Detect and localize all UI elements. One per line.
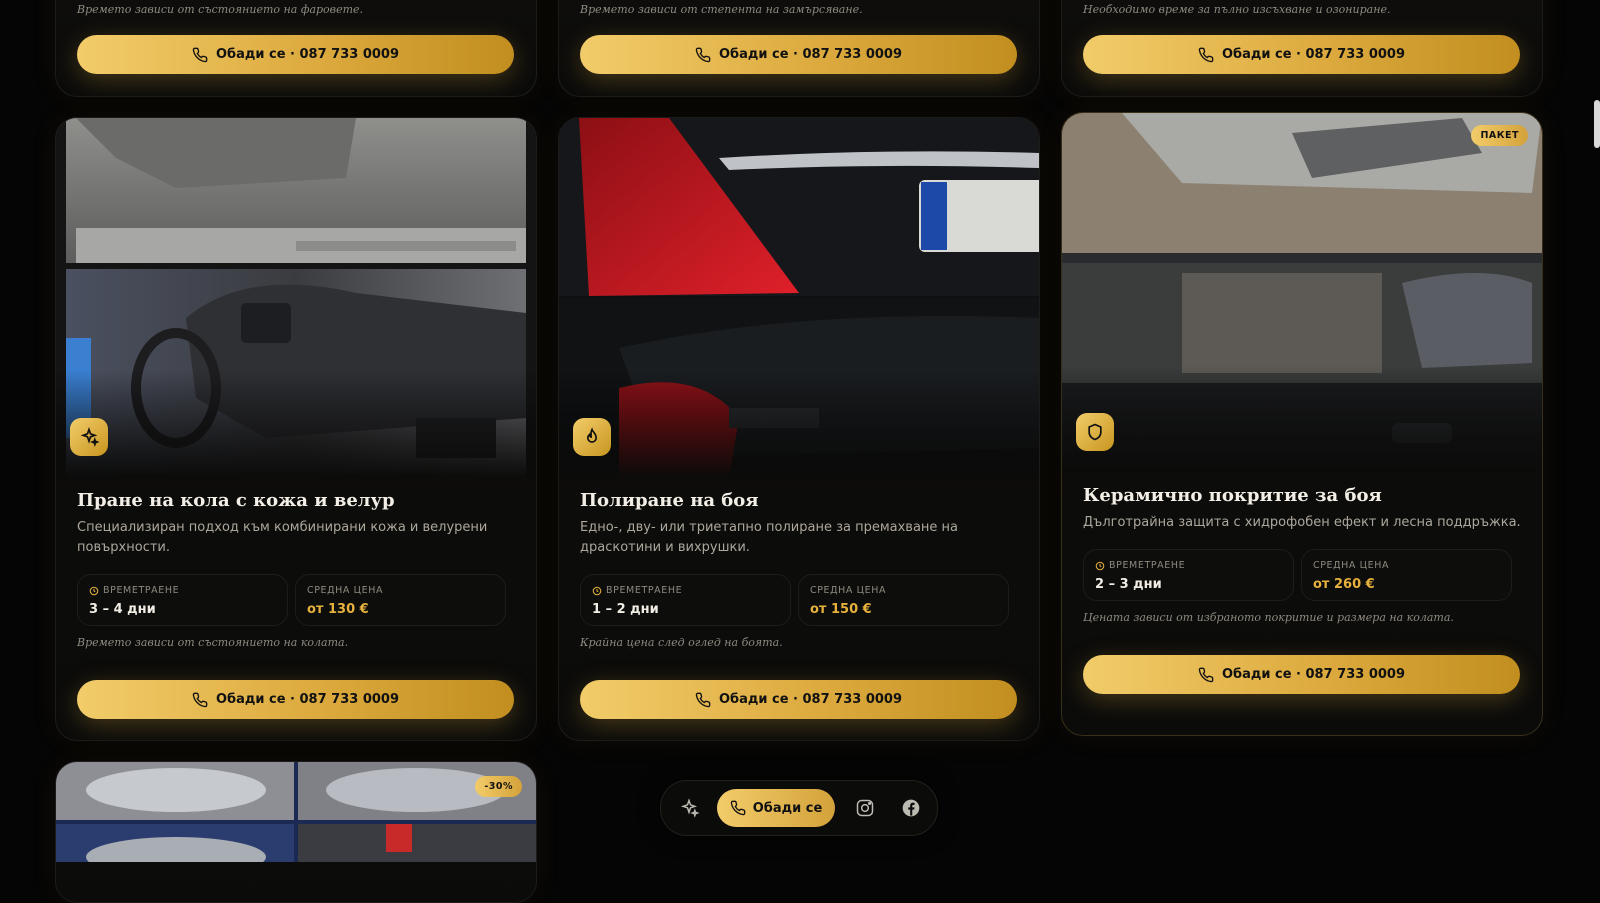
phone-icon	[192, 692, 208, 707]
call-button-label: Обади се · 087 733 0009	[718, 692, 903, 707]
car-tail-light-photo	[559, 118, 1039, 478]
service-card-top-2: Времето зависи от степента на замърсяван…	[558, 0, 1040, 97]
clock-icon	[592, 586, 602, 595]
card-title: Керамично покритие за боя	[1083, 485, 1382, 506]
price-label: СРЕДНА ЦЕНА	[307, 585, 384, 596]
price-stat: СРЕДНА ЦЕНА от 130 €	[295, 574, 506, 626]
duration-value: 2 – 3 дни	[1095, 577, 1162, 592]
call-button-label: Обади се · 087 733 0009	[1221, 47, 1406, 62]
instagram-link[interactable]	[851, 794, 879, 822]
call-button-label: Обади се · 087 733 0009	[1221, 667, 1406, 682]
card-description: Дълготрайна защита с хидрофобен ефект и …	[1083, 515, 1521, 530]
card-photo-collage	[559, 118, 1039, 478]
scrollbar-thumb[interactable]	[1594, 100, 1600, 148]
duration-label: ВРЕМЕТРАЕНЕ	[103, 585, 180, 596]
car-seat-photo	[56, 118, 536, 478]
sparkles-icon	[680, 798, 699, 818]
service-card-leather-velour-wash: Пране на кола с кожа и велур Специализир…	[55, 117, 537, 741]
call-button[interactable]: Обади се · 087 733 0009	[1083, 655, 1520, 694]
facebook-icon	[902, 799, 920, 817]
phone-icon	[1198, 667, 1214, 682]
floating-action-dock: Обади се	[660, 780, 938, 836]
call-button[interactable]: Обади се · 087 733 0009	[580, 35, 1017, 74]
card-photo-collage: ПАКЕТ	[1062, 113, 1542, 473]
duration-value: 3 – 4 дни	[89, 602, 156, 617]
call-button-label: Обади се · 087 733 0009	[215, 47, 400, 62]
duration-stat: ВРЕМЕТРАЕНЕ 2 – 3 дни	[1083, 549, 1294, 601]
duration-value: 1 – 2 дни	[592, 602, 659, 617]
price-stat: СРЕДНА ЦЕНА от 150 €	[798, 574, 1009, 626]
call-button[interactable]: Обади се · 087 733 0009	[77, 35, 514, 74]
call-button[interactable]: Обади се · 087 733 0009	[1083, 35, 1520, 74]
price-value: от 260 €	[1313, 577, 1375, 592]
phone-icon	[1198, 47, 1214, 62]
shield-icon	[1076, 413, 1114, 451]
phone-icon	[695, 47, 711, 62]
price-label: СРЕДНА ЦЕНА	[810, 585, 887, 596]
phone-icon	[695, 692, 711, 707]
sparkles-icon	[70, 418, 108, 456]
service-card-top-3: Необходимо време за пълно изсъхване и оз…	[1061, 0, 1543, 97]
card-note: Необходимо време за пълно изсъхване и оз…	[1083, 3, 1391, 16]
card-description: Специализиран подход към комбинирани кож…	[77, 520, 488, 555]
package-badge: ПАКЕТ	[1471, 125, 1528, 146]
instagram-icon	[856, 799, 874, 817]
call-button-label: Обади се · 087 733 0009	[215, 692, 400, 707]
car-door-photo	[1062, 113, 1542, 473]
card-photo-collage	[56, 118, 536, 478]
price-value: от 130 €	[307, 602, 369, 617]
card-note: Времето зависи от състоянието на колата.	[77, 636, 349, 649]
call-button-label: Обади се · 087 733 0009	[718, 47, 903, 62]
service-card-ceramic-coating: ПАКЕТ Керамично покритие за боя Дълготра…	[1061, 112, 1543, 736]
services-button[interactable]	[675, 794, 703, 822]
duration-label: ВРЕМЕТРАЕНЕ	[606, 585, 683, 596]
call-button[interactable]: Обади се · 087 733 0009	[580, 680, 1017, 719]
card-title: Пране на кола с кожа и велур	[77, 490, 395, 511]
phone-icon	[192, 47, 208, 62]
service-card-headlights: -30%	[55, 761, 537, 903]
phone-icon	[730, 800, 746, 816]
clock-icon	[89, 586, 99, 595]
headlights-photo	[56, 762, 536, 862]
dock-call-button[interactable]: Обади се	[717, 789, 835, 827]
card-note: Крайна цена след оглед на боята.	[580, 636, 783, 649]
price-label: СРЕДНА ЦЕНА	[1313, 560, 1390, 571]
discount-badge: -30%	[475, 776, 522, 797]
call-button[interactable]: Обади се · 087 733 0009	[77, 680, 514, 719]
price-value: от 150 €	[810, 602, 872, 617]
card-note: Времето зависи от степента на замърсяван…	[580, 3, 863, 16]
dock-call-label: Обади се	[752, 800, 823, 816]
card-description: Едно-, дву- или триетапно полиране за пр…	[580, 520, 959, 555]
price-stat: СРЕДНА ЦЕНА от 260 €	[1301, 549, 1512, 601]
duration-stat: ВРЕМЕТРАЕНЕ 1 – 2 дни	[580, 574, 791, 626]
card-note: Времето зависи от състоянието на фаровет…	[77, 3, 364, 16]
service-card-top-1: Времето зависи от състоянието на фаровет…	[55, 0, 537, 97]
duration-label: ВРЕМЕТРАЕНЕ	[1109, 560, 1186, 571]
card-title: Полиране на боя	[580, 490, 759, 511]
clock-icon	[1095, 561, 1105, 570]
service-card-paint-polishing: Полиране на боя Едно-, дву- или триетапн…	[558, 117, 1040, 741]
flame-icon	[573, 418, 611, 456]
facebook-link[interactable]	[897, 794, 925, 822]
duration-stat: ВРЕМЕТРАЕНЕ 3 – 4 дни	[77, 574, 288, 626]
card-note: Цената зависи от избраното покритие и ра…	[1083, 611, 1454, 624]
